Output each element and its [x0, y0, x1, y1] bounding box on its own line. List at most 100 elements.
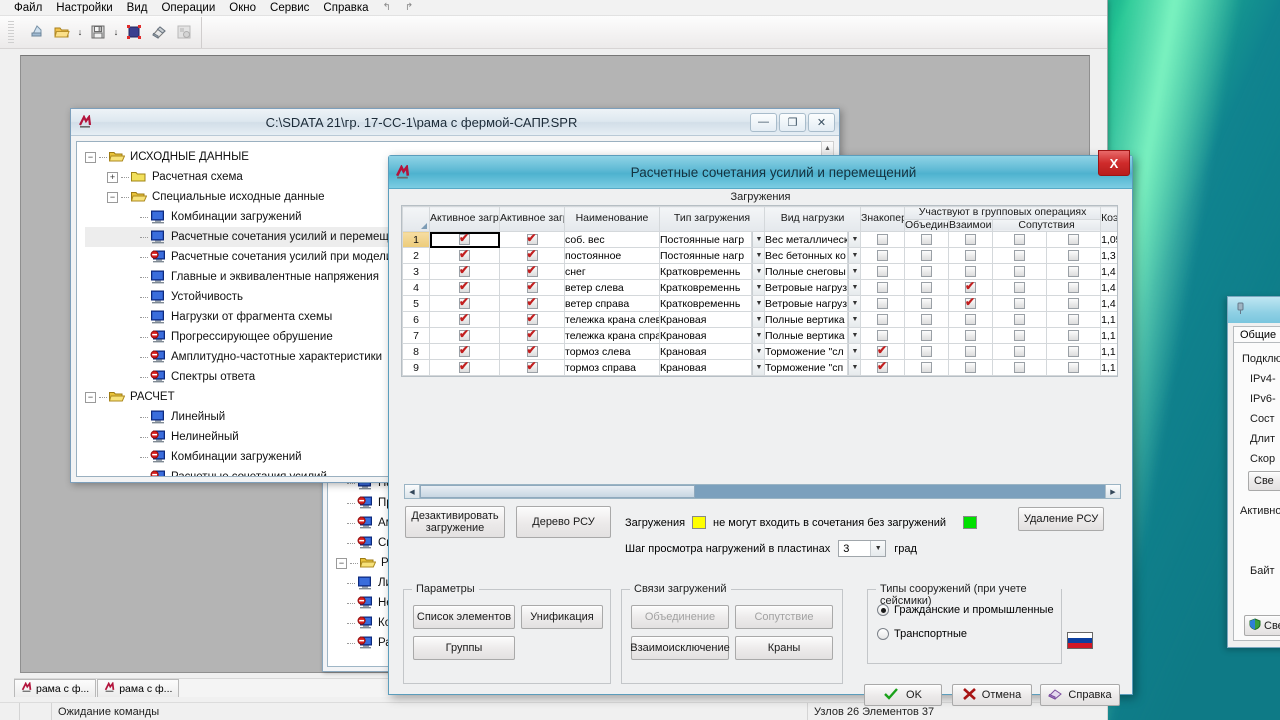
cell-safety-factor[interactable]: 1,1: [1100, 327, 1117, 344]
cell-load-kind-dropdown[interactable]: ▼: [846, 231, 862, 248]
table-row[interactable]: 6тележка крана слевКрановая▼Полные верти…: [402, 311, 1117, 328]
project-window-titlebar[interactable]: C:\SDATA 21\гр. 17-СС-1\рама с фермой-СА…: [71, 109, 839, 136]
cell-load-kind-dropdown[interactable]: ▼: [846, 359, 862, 376]
chevron-down-icon[interactable]: ▼: [752, 264, 764, 279]
header-union[interactable]: Объединения: [904, 218, 950, 232]
cranes-button[interactable]: Краны: [735, 636, 833, 660]
cell-active-load[interactable]: [429, 263, 500, 280]
scroll-left-arrow-icon[interactable]: ◀: [405, 485, 420, 498]
groups-button[interactable]: Группы: [413, 636, 515, 660]
table-row[interactable]: 3снегКратковременнь▼Полные снеговы▼1,4: [402, 263, 1117, 280]
cell-load-kind-dropdown[interactable]: ▼: [846, 279, 862, 296]
cell-load-kind[interactable]: Ветровые нагруз: [764, 279, 848, 296]
cell-active-load-rsp[interactable]: [499, 279, 565, 296]
chevron-down-icon[interactable]: ▼: [752, 280, 764, 295]
delete-rsu-button[interactable]: Удаление РСУ: [1018, 507, 1104, 531]
cell-load-type-dropdown[interactable]: ▼: [751, 295, 765, 312]
header-accompaniment[interactable]: Сопутствия: [992, 218, 1102, 232]
cell-union[interactable]: [904, 247, 950, 264]
chevron-down-icon[interactable]: ▼: [848, 280, 860, 295]
cell-mutual-exclusion[interactable]: [948, 295, 994, 312]
cell-load-kind[interactable]: Полные снеговы: [764, 263, 848, 280]
cell-safety-factor[interactable]: 1,4: [1100, 295, 1117, 312]
cell-load-type[interactable]: Кратковременнь: [659, 263, 752, 280]
cell-union[interactable]: [904, 231, 950, 248]
tab-general[interactable]: Общие: [1233, 326, 1280, 343]
cell-sign-variable[interactable]: [860, 359, 906, 376]
cell-load-type[interactable]: Постоянные нагр: [659, 247, 752, 264]
cell-load-type-dropdown[interactable]: ▼: [751, 327, 765, 344]
row-number[interactable]: 8: [402, 343, 430, 360]
cell-sign-variable[interactable]: [860, 343, 906, 360]
row-number[interactable]: 4: [402, 279, 430, 296]
cell-safety-factor[interactable]: 1,3: [1100, 247, 1117, 264]
table-row[interactable]: 4ветер слеваКратковременнь▼Ветровые нагр…: [402, 279, 1117, 296]
cell-active-load-rsp[interactable]: [499, 247, 565, 264]
cell-safety-factor[interactable]: 1,05: [1100, 231, 1117, 248]
cell-active-load[interactable]: [429, 295, 500, 312]
cell-active-load[interactable]: [429, 279, 500, 296]
grid-horizontal-scrollbar[interactable]: ◀ ▶: [404, 484, 1121, 499]
cell-load-kind-dropdown[interactable]: ▼: [846, 311, 862, 328]
cell-accompaniment-green[interactable]: [1046, 311, 1102, 328]
header-active-load[interactable]: Активное загружение: [429, 206, 500, 232]
cell-load-type-dropdown[interactable]: ▼: [751, 359, 765, 376]
hscroll-thumb[interactable]: [420, 485, 695, 498]
tree-expander-icon[interactable]: +: [107, 171, 118, 183]
open-folder-icon[interactable]: [51, 21, 73, 43]
header-name[interactable]: Наименование: [564, 206, 660, 232]
cell-active-load-rsp[interactable]: [499, 263, 565, 280]
tree-expander-icon[interactable]: −: [107, 191, 118, 203]
cell-name[interactable]: тележка крана спра: [564, 327, 660, 344]
cell-active-load[interactable]: [429, 231, 500, 248]
cell-union[interactable]: [904, 359, 950, 376]
mdi-tab-0[interactable]: рама с ф...: [14, 679, 97, 697]
union-button[interactable]: Объединение: [631, 605, 729, 629]
table-row[interactable]: 7тележка крана спраКрановая▼Полные верти…: [402, 327, 1117, 344]
cell-load-type[interactable]: Крановая: [659, 343, 752, 360]
rsu-close-button[interactable]: X: [1098, 150, 1130, 176]
cell-load-type-dropdown[interactable]: ▼: [751, 247, 765, 264]
cell-load-type[interactable]: Кратковременнь: [659, 279, 752, 296]
cell-safety-factor[interactable]: 1,4: [1100, 263, 1117, 280]
cell-union[interactable]: [904, 295, 950, 312]
radio-civil-industrial[interactable]: Гражданские и промышленные: [877, 604, 1054, 616]
cell-accompaniment-yellow[interactable]: [992, 231, 1048, 248]
cell-load-type[interactable]: Постоянные нагр: [659, 231, 752, 248]
net-properties-button[interactable]: Све: [1244, 615, 1280, 636]
cell-sign-variable[interactable]: [860, 327, 906, 344]
menu-item-window[interactable]: Окно: [227, 2, 258, 14]
cell-load-kind[interactable]: Ветровые нагруз: [764, 295, 848, 312]
cell-sign-variable[interactable]: [860, 231, 906, 248]
cell-active-load[interactable]: [429, 311, 500, 328]
cell-union[interactable]: [904, 263, 950, 280]
chevron-down-icon[interactable]: ▼: [848, 328, 860, 343]
cell-union[interactable]: [904, 343, 950, 360]
chevron-down-icon[interactable]: ▼: [870, 541, 886, 556]
cell-mutual-exclusion[interactable]: [948, 263, 994, 280]
cell-accompaniment-yellow[interactable]: [992, 359, 1048, 376]
header-active-load-rsp[interactable]: Активное загружение в РСП: [499, 206, 565, 232]
cell-safety-factor[interactable]: 1,4: [1100, 279, 1117, 296]
cell-load-type[interactable]: Крановая: [659, 311, 752, 328]
cell-load-kind[interactable]: Вес бетонных ко: [764, 247, 848, 264]
cell-load-kind[interactable]: Торможение "сл: [764, 343, 848, 360]
cell-name[interactable]: тележка крана слев: [564, 311, 660, 328]
header-load-type[interactable]: Тип загружения: [659, 206, 765, 232]
cell-load-kind-dropdown[interactable]: ▼: [846, 263, 862, 280]
cell-active-load[interactable]: [429, 343, 500, 360]
menu-item-view[interactable]: Вид: [125, 2, 150, 14]
cell-load-kind-dropdown[interactable]: ▼: [846, 343, 862, 360]
table-row[interactable]: 8тормоз слеваКрановая▼Торможение "сл▼1,1: [402, 343, 1117, 360]
cell-accompaniment-green[interactable]: [1046, 295, 1102, 312]
cell-accompaniment-green[interactable]: [1046, 231, 1102, 248]
chevron-down-icon[interactable]: ▼: [848, 264, 860, 279]
cell-active-load-rsp[interactable]: [499, 327, 565, 344]
cell-accompaniment-green[interactable]: [1046, 247, 1102, 264]
scroll-up-arrow-icon[interactable]: ▲: [822, 142, 833, 154]
row-number[interactable]: 9: [402, 359, 430, 376]
table-row[interactable]: 5ветер справаКратковременнь▼Ветровые наг…: [402, 295, 1117, 312]
cell-load-kind-dropdown[interactable]: ▼: [846, 247, 862, 264]
cell-load-kind[interactable]: Торможение "сп: [764, 359, 848, 376]
cell-mutual-exclusion[interactable]: [948, 247, 994, 264]
